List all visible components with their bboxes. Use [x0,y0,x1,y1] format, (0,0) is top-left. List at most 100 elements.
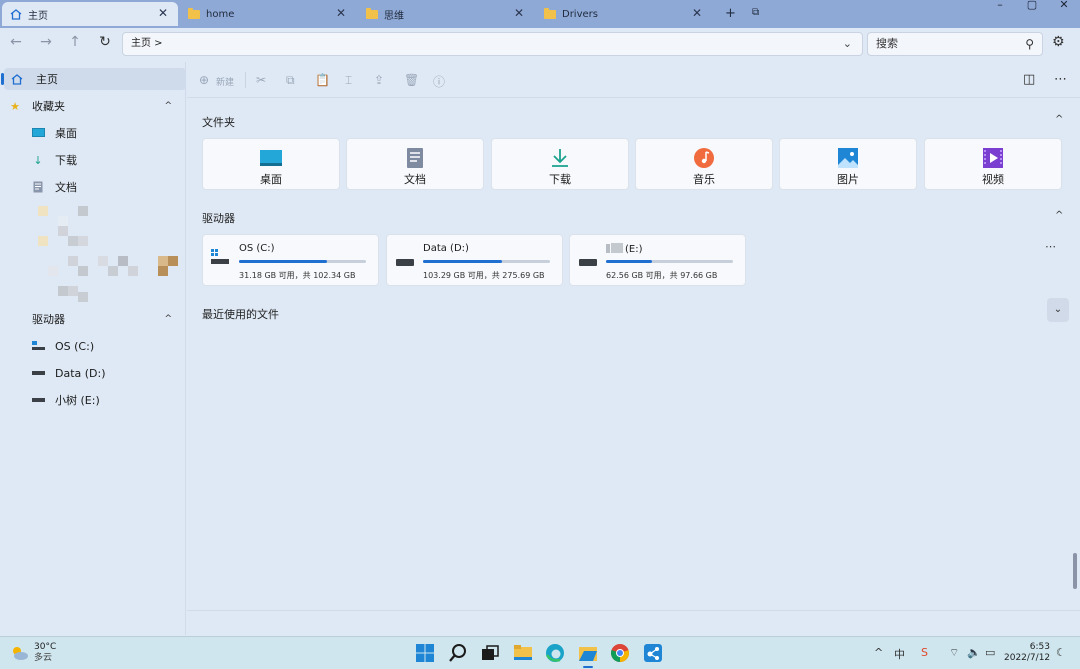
folder-card-pictures[interactable]: 图片 [779,138,917,190]
divider [245,72,246,88]
drive-icon [579,259,597,266]
search-icon[interactable]: ⚲ [1025,33,1034,55]
path-field[interactable]: 主页 > ⌄ [122,32,863,56]
file-explorer-app[interactable] [513,643,533,663]
folder-label: 文档 [404,173,426,186]
sidebar-item-label: 驱动器 [32,313,65,326]
preview-pane-icon[interactable]: ◫ [1023,72,1035,87]
title-bar: 主页 ✕ home ✕ 思维 ✕ Drivers ✕ + ⧉ – ▢ ✕ [0,0,1080,28]
sidebar-item-desktop[interactable]: 桌面 [0,122,182,144]
clock[interactable]: 6:53 2022/7/12 [1004,642,1050,664]
gear-icon[interactable]: ⚙ [1052,34,1065,50]
document-icon [407,148,423,168]
show-hidden-icons-chevron-up-icon[interactable]: ^ [874,646,883,659]
battery-icon[interactable]: ▭ [985,646,995,659]
folder-card-downloads[interactable]: 下载 [491,138,629,190]
edge-icon [545,644,564,662]
chrome-app[interactable] [610,643,630,663]
drives-more-icon[interactable]: ⋯ [1045,240,1056,253]
star-icon: ★ [10,99,20,113]
sidebar-item-documents[interactable]: 文档 [0,176,182,198]
weather-widget[interactable]: 30°C 多云 [10,642,56,664]
chevron-up-icon[interactable]: ^ [164,314,172,324]
chevron-up-icon[interactable]: ^ [164,101,172,111]
chevron-up-icon[interactable]: ^ [1055,210,1063,221]
sogou-icon[interactable]: S [921,646,928,659]
folder-card-music[interactable]: 音乐 [635,138,773,190]
sidebar-item-drives[interactable]: 驱动器 ^ [0,308,182,330]
folders-section-title: 文件夹 [202,116,235,129]
tab-overview-icon[interactable]: ⧉ [752,7,759,18]
sidebar-item-favorites[interactable]: ★ 收藏夹 ^ [0,95,182,117]
close-window-button[interactable]: ✕ [1048,0,1080,20]
sidebar-item-drive-d[interactable]: Data (D:) [0,362,182,384]
refresh-button[interactable]: ↻ [95,34,115,50]
notification-moon-icon[interactable]: ☾ [1056,646,1066,659]
sidebar-item-downloads[interactable]: ↓ 下载 [0,149,182,171]
minimize-button[interactable]: – [984,0,1016,20]
forward-button[interactable]: → [36,34,56,50]
windows-drive-icon [211,249,229,264]
close-icon[interactable]: ✕ [336,6,346,20]
sidebar-item-home[interactable]: 主页 [1,68,186,90]
new-tab-button[interactable]: + [725,6,736,21]
home-icon [10,73,24,85]
tab-home-folder[interactable]: home ✕ [180,2,356,26]
tab-drivers[interactable]: Drivers ✕ [536,2,712,26]
edge-app[interactable] [545,643,565,663]
tab-label: home [206,8,235,20]
maximize-button[interactable]: ▢ [1016,0,1048,20]
weather-condition: 多云 [34,653,53,663]
files-app[interactable] [578,643,598,668]
clock-time: 6:53 [1029,642,1050,652]
delete-icon[interactable]: 🗑 [404,73,419,87]
tab-home[interactable]: 主页 ✕ [2,2,178,26]
start-button[interactable] [415,643,435,663]
folder-card-videos[interactable]: 视频 [924,138,1062,190]
network-app[interactable] [643,643,663,663]
folder-card-desktop[interactable]: 桌面 [202,138,340,190]
drive-card-e[interactable]: (E:) 62.56 GB 可用，共 97.66 GB [569,234,746,286]
task-view-button[interactable] [480,643,500,663]
pictures-icon [838,148,858,168]
speaker-icon[interactable]: 🔈 [967,646,981,659]
sidebar-item-label: OS (C:) [55,339,95,353]
tab-siwei[interactable]: 思维 ✕ [358,2,534,26]
folder-icon [514,645,532,660]
cut-icon[interactable]: ✂ [256,73,266,87]
back-button[interactable]: ← [6,34,26,50]
close-icon[interactable]: ✕ [692,6,702,20]
ime-icon[interactable]: 中 [894,646,905,662]
sidebar-item-label: Data (D:) [55,366,106,380]
files-app-icon [579,647,597,661]
chevron-down-icon[interactable]: ⌄ [1047,298,1069,322]
paste-icon[interactable]: 📋 [315,73,330,87]
new-button[interactable]: 新建 [216,75,234,88]
window-controls: – ▢ ✕ [984,0,1080,20]
drive-size: 31.18 GB 可用，共 102.34 GB [239,271,356,280]
close-icon[interactable]: ✕ [158,6,168,20]
share-icon[interactable]: ⇪ [374,73,384,87]
more-options-icon[interactable]: ⋯ [1054,72,1067,87]
chevron-up-icon[interactable]: ^ [1055,114,1063,125]
info-icon[interactable]: ⓘ [433,73,445,90]
search-input[interactable]: 搜索 ⚲ [867,32,1043,56]
copy-icon[interactable]: ⧉ [286,73,295,88]
close-icon[interactable]: ✕ [514,6,524,20]
sidebar-item-drive-e[interactable]: 小树 (E:) [0,389,182,411]
up-button[interactable]: ↑ [65,34,85,50]
home-icon [10,8,22,20]
rename-icon[interactable]: ⌶ [345,73,352,88]
taskbar-search-button[interactable] [448,643,468,663]
folder-card-documents[interactable]: 文档 [346,138,484,190]
weather-temp: 30°C [34,642,57,652]
drive-card-c[interactable]: OS (C:) 31.18 GB 可用，共 102.34 GB [202,234,379,286]
wifi-icon[interactable]: ⌔ [949,646,959,660]
sidebar-item-drive-c[interactable]: OS (C:) [0,335,182,357]
chevron-down-icon[interactable]: ⌄ [843,33,852,55]
new-icon[interactable]: ⊕ [199,73,209,87]
main-content: 文件夹 ^ 桌面 文档 下载 音乐 图片 视频 驱动器 ^ OS (C:) 31… [187,98,1080,610]
scrollbar-thumb[interactable] [1073,553,1077,589]
drive-usage-fill [606,260,652,263]
drive-card-d[interactable]: Data (D:) 103.29 GB 可用，共 275.69 GB [386,234,563,286]
